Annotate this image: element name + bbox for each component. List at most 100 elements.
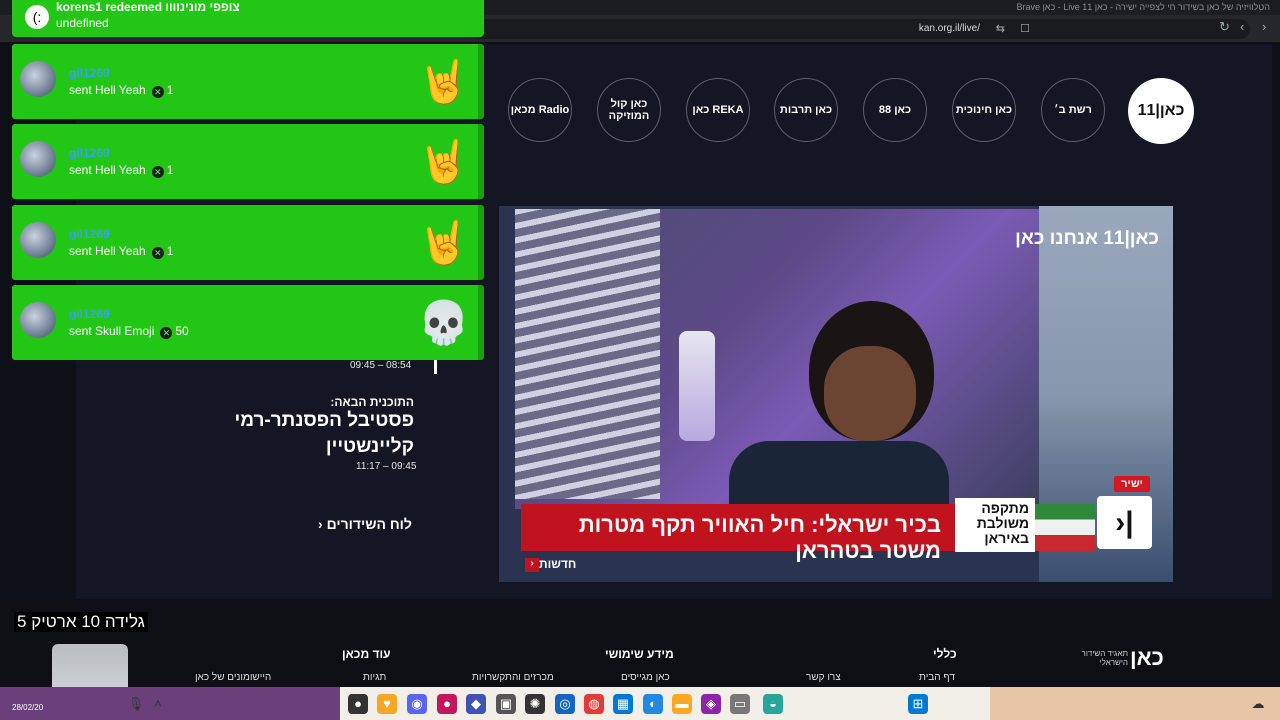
reload-icon[interactable]: ↻ — [1219, 19, 1230, 35]
next-show-time: 11:17 – 09:45 — [356, 461, 417, 472]
windows-start-icon[interactable]: ⊞ — [908, 694, 928, 714]
channel-reshet-bet[interactable]: רשת ב׳ — [1041, 78, 1105, 142]
taskbar: 🎙 ˄ ● ♥ ◉ ● ◆ ▣ ✺ ◎ ◍ ▦ ◐ ▬ ◈ ▭ ◒ ⊞ ☁ — [0, 687, 1280, 720]
donation-alert: gil1269 sent Hell Yeah ✕ 1 🤘 — [12, 44, 484, 119]
currency-icon: ✕ — [151, 86, 164, 98]
donation-alert: gil1269 sent Skull Emoji ✕ 50 💀 — [12, 285, 484, 360]
live-badge: ישיר — [1114, 476, 1150, 492]
ticker-topic: מתקפה משולבת באיראן — [955, 498, 1035, 552]
kan-footer-logo[interactable]: כאן — [1130, 645, 1164, 671]
channel-hinuchit[interactable]: כאן חינוכית — [952, 78, 1016, 142]
channel-tarbut[interactable]: כאן תרבות — [774, 78, 838, 142]
footer-heading-more: עוד מכאן — [342, 647, 391, 661]
next-show-label: התוכנית הבאה: — [330, 395, 414, 409]
window-title: הטלוויזיה של כאן בשידור חי לצפייה ישירה … — [1016, 2, 1270, 12]
forward-icon[interactable]: › — [1262, 19, 1266, 34]
alert-username: gil1269 — [69, 227, 110, 241]
weather-icon[interactable]: ☁ — [1248, 694, 1268, 714]
alert-username: gil1269 — [69, 66, 110, 80]
rock-hand-icon: 🤘 — [417, 138, 471, 185]
alert-count: 1 — [166, 83, 174, 97]
app-icon[interactable]: ◎ — [555, 694, 575, 714]
app-icon[interactable]: ◆ — [466, 694, 486, 714]
news-ticker: בכיר ישראלי: חיל האוויר תקף מטרות משטר ב… — [521, 504, 955, 563]
channel-makan[interactable]: מכאן Radio — [508, 78, 572, 142]
taskbar-wallpaper-left — [0, 687, 340, 720]
currency-icon: ✕ — [151, 166, 164, 178]
app-icon[interactable]: ◒ — [763, 694, 783, 714]
skull-icon: 💀 — [417, 299, 471, 346]
site-settings-icon[interactable]: ⇆ — [996, 22, 1005, 35]
footer-heading-useful: מידע שימושי — [605, 647, 674, 661]
app-icon[interactable]: ▣ — [496, 694, 516, 714]
alert-count: 50 — [175, 324, 189, 338]
news-label: › חדשות — [521, 557, 576, 572]
footer-link-apps[interactable]: היישומונים של כאן — [195, 672, 271, 683]
footer-heading-general: כללי — [933, 647, 957, 661]
alert-action: sent Hell Yeah — [69, 83, 146, 97]
footer-link-jobs[interactable]: כאן מגייסים — [621, 672, 670, 683]
alert-count: 1 — [166, 244, 174, 258]
currency-icon: ✕ — [160, 327, 173, 339]
app-icon[interactable]: ♥ — [377, 694, 397, 714]
channel-selector: מכאן Radio כאן קול המוזיקה כאן REKA כאן … — [508, 78, 1198, 144]
channel-reka[interactable]: כאן REKA — [686, 78, 750, 142]
channel-kan-11[interactable]: כאן|11 — [1128, 78, 1194, 144]
kan-footer-subtitle: תאגיד השידור הישראלי — [1081, 649, 1128, 667]
app-icon[interactable]: ◈ — [701, 694, 721, 714]
store-icon[interactable]: ▦ — [613, 694, 633, 714]
footer-link-tenders[interactable]: מכרזים והתקשרויות — [472, 672, 554, 683]
channel-88[interactable]: כאן 88 — [863, 78, 927, 142]
obs-icon[interactable]: ● — [348, 694, 368, 714]
kan-news-icon: › — [525, 557, 539, 572]
chevron-up-icon[interactable]: ˄ — [148, 694, 168, 714]
donation-alert: gil1269 sent Hell Yeah ✕ 1 🤘 — [12, 124, 484, 199]
redeem-subtitle: undefined — [56, 16, 109, 30]
alert-count: 1 — [166, 163, 174, 177]
site-footer: כאן תאגיד השידור הישראלי כללי דף הבית צר… — [0, 599, 1280, 687]
rock-hand-icon: 🤘 — [417, 219, 471, 266]
channel-logo: כאן|11 אנחנו כאן — [1015, 228, 1159, 249]
schedule-link[interactable]: לוח השידורים ‹ — [318, 516, 412, 532]
goal-counter: גלידה 10 ארטיק 5 — [14, 612, 148, 632]
footer-link-contact[interactable]: צרו קשר — [806, 672, 841, 683]
chatgpt-icon[interactable]: ✺ — [525, 694, 545, 714]
redeem-icon: (: — [25, 5, 49, 29]
url-text[interactable]: kan.org.il/live/ — [919, 23, 980, 34]
bookmark-icon[interactable]: ☐ — [1020, 22, 1030, 35]
avatar — [20, 222, 56, 258]
discord-icon[interactable]: ◉ — [407, 694, 427, 714]
alert-action: sent Hell Yeah — [69, 163, 146, 177]
app-icon[interactable]: ● — [437, 694, 457, 714]
alert-action: sent Skull Emoji — [69, 324, 155, 338]
back-icon[interactable]: ‹ — [1240, 19, 1244, 34]
rock-hand-icon: 🤘 — [417, 58, 471, 105]
redeem-title: korens1 redeemed צופפי מונינוווו — [56, 0, 240, 14]
alert-username: gil1269 — [69, 307, 110, 321]
current-show-time: 09:45 – 08:54 — [350, 360, 412, 371]
streamer-image — [729, 301, 949, 511]
avatar — [20, 302, 56, 338]
folder-icon[interactable]: ▬ — [672, 694, 692, 714]
mic-icon[interactable]: 🎙 — [126, 694, 146, 714]
microphone-image — [679, 331, 715, 441]
chrome-icon[interactable]: ◍ — [584, 694, 604, 714]
kan-news-logo: ›| — [1097, 496, 1152, 549]
video-player[interactable]: כאן|11 אנחנו כאן ישיר בכיר ישראלי: חיל ה… — [499, 206, 1173, 582]
alert-username: gil1269 — [69, 146, 110, 160]
edge-icon[interactable]: ◐ — [643, 694, 663, 714]
taskbar-wallpaper-right — [990, 687, 1280, 720]
window-blinds-image — [515, 209, 660, 499]
avatar — [20, 141, 56, 177]
donation-alert: gil1269 sent Hell Yeah ✕ 1 🤘 — [12, 205, 484, 280]
next-show-title: פסטיבל הפסנתר-רמי קליינשטיין — [234, 410, 414, 457]
footer-link-home[interactable]: דף הבית — [919, 672, 955, 683]
avatar — [20, 61, 56, 97]
footer-link-tags[interactable]: תגיות — [363, 672, 386, 683]
address-bar[interactable]: kan.org.il/live/ ⇆ ☐ — [470, 19, 1250, 39]
app-icon[interactable]: ▭ — [730, 694, 750, 714]
channel-kol-hamusika[interactable]: כאן קול המוזיקה — [597, 78, 661, 142]
currency-icon: ✕ — [151, 247, 164, 259]
alert-action: sent Hell Yeah — [69, 244, 146, 258]
redeem-notification: (: korens1 redeemed צופפי מונינוווו unde… — [12, 0, 484, 37]
